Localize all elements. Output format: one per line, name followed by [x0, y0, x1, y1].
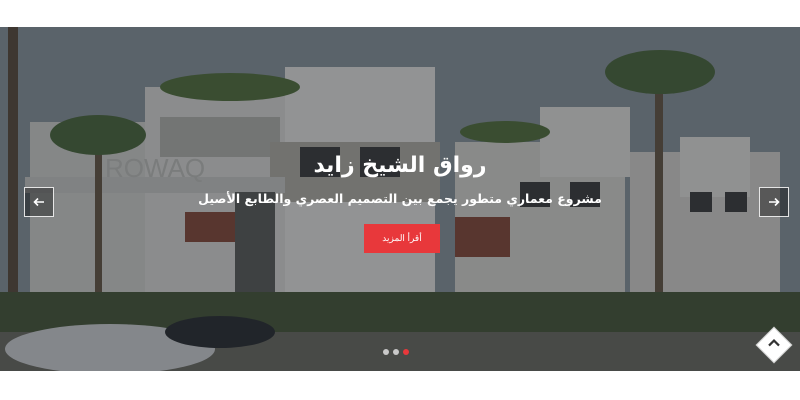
- next-slide-button[interactable]: [759, 187, 789, 217]
- pagination-dot-2[interactable]: [393, 349, 399, 355]
- read-more-button[interactable]: أقرأ المزيد: [364, 224, 440, 253]
- slide-subtitle: مشروع معماري متطور يجمع بين التصميم العص…: [198, 191, 602, 206]
- slide-title: رواق الشيخ زايد: [313, 153, 487, 178]
- chevron-up-icon: [768, 339, 780, 347]
- hero-slider: ROWAQ رواق الشيخ زايد مشروع معماري متطور…: [0, 27, 800, 371]
- pagination-dot-1[interactable]: [383, 349, 389, 355]
- pagination-dot-3-active[interactable]: [403, 349, 409, 355]
- slide-pagination: [383, 349, 409, 355]
- arrow-left-icon: [33, 197, 44, 207]
- previous-slide-button[interactable]: [24, 187, 54, 217]
- arrow-right-icon: [769, 197, 780, 207]
